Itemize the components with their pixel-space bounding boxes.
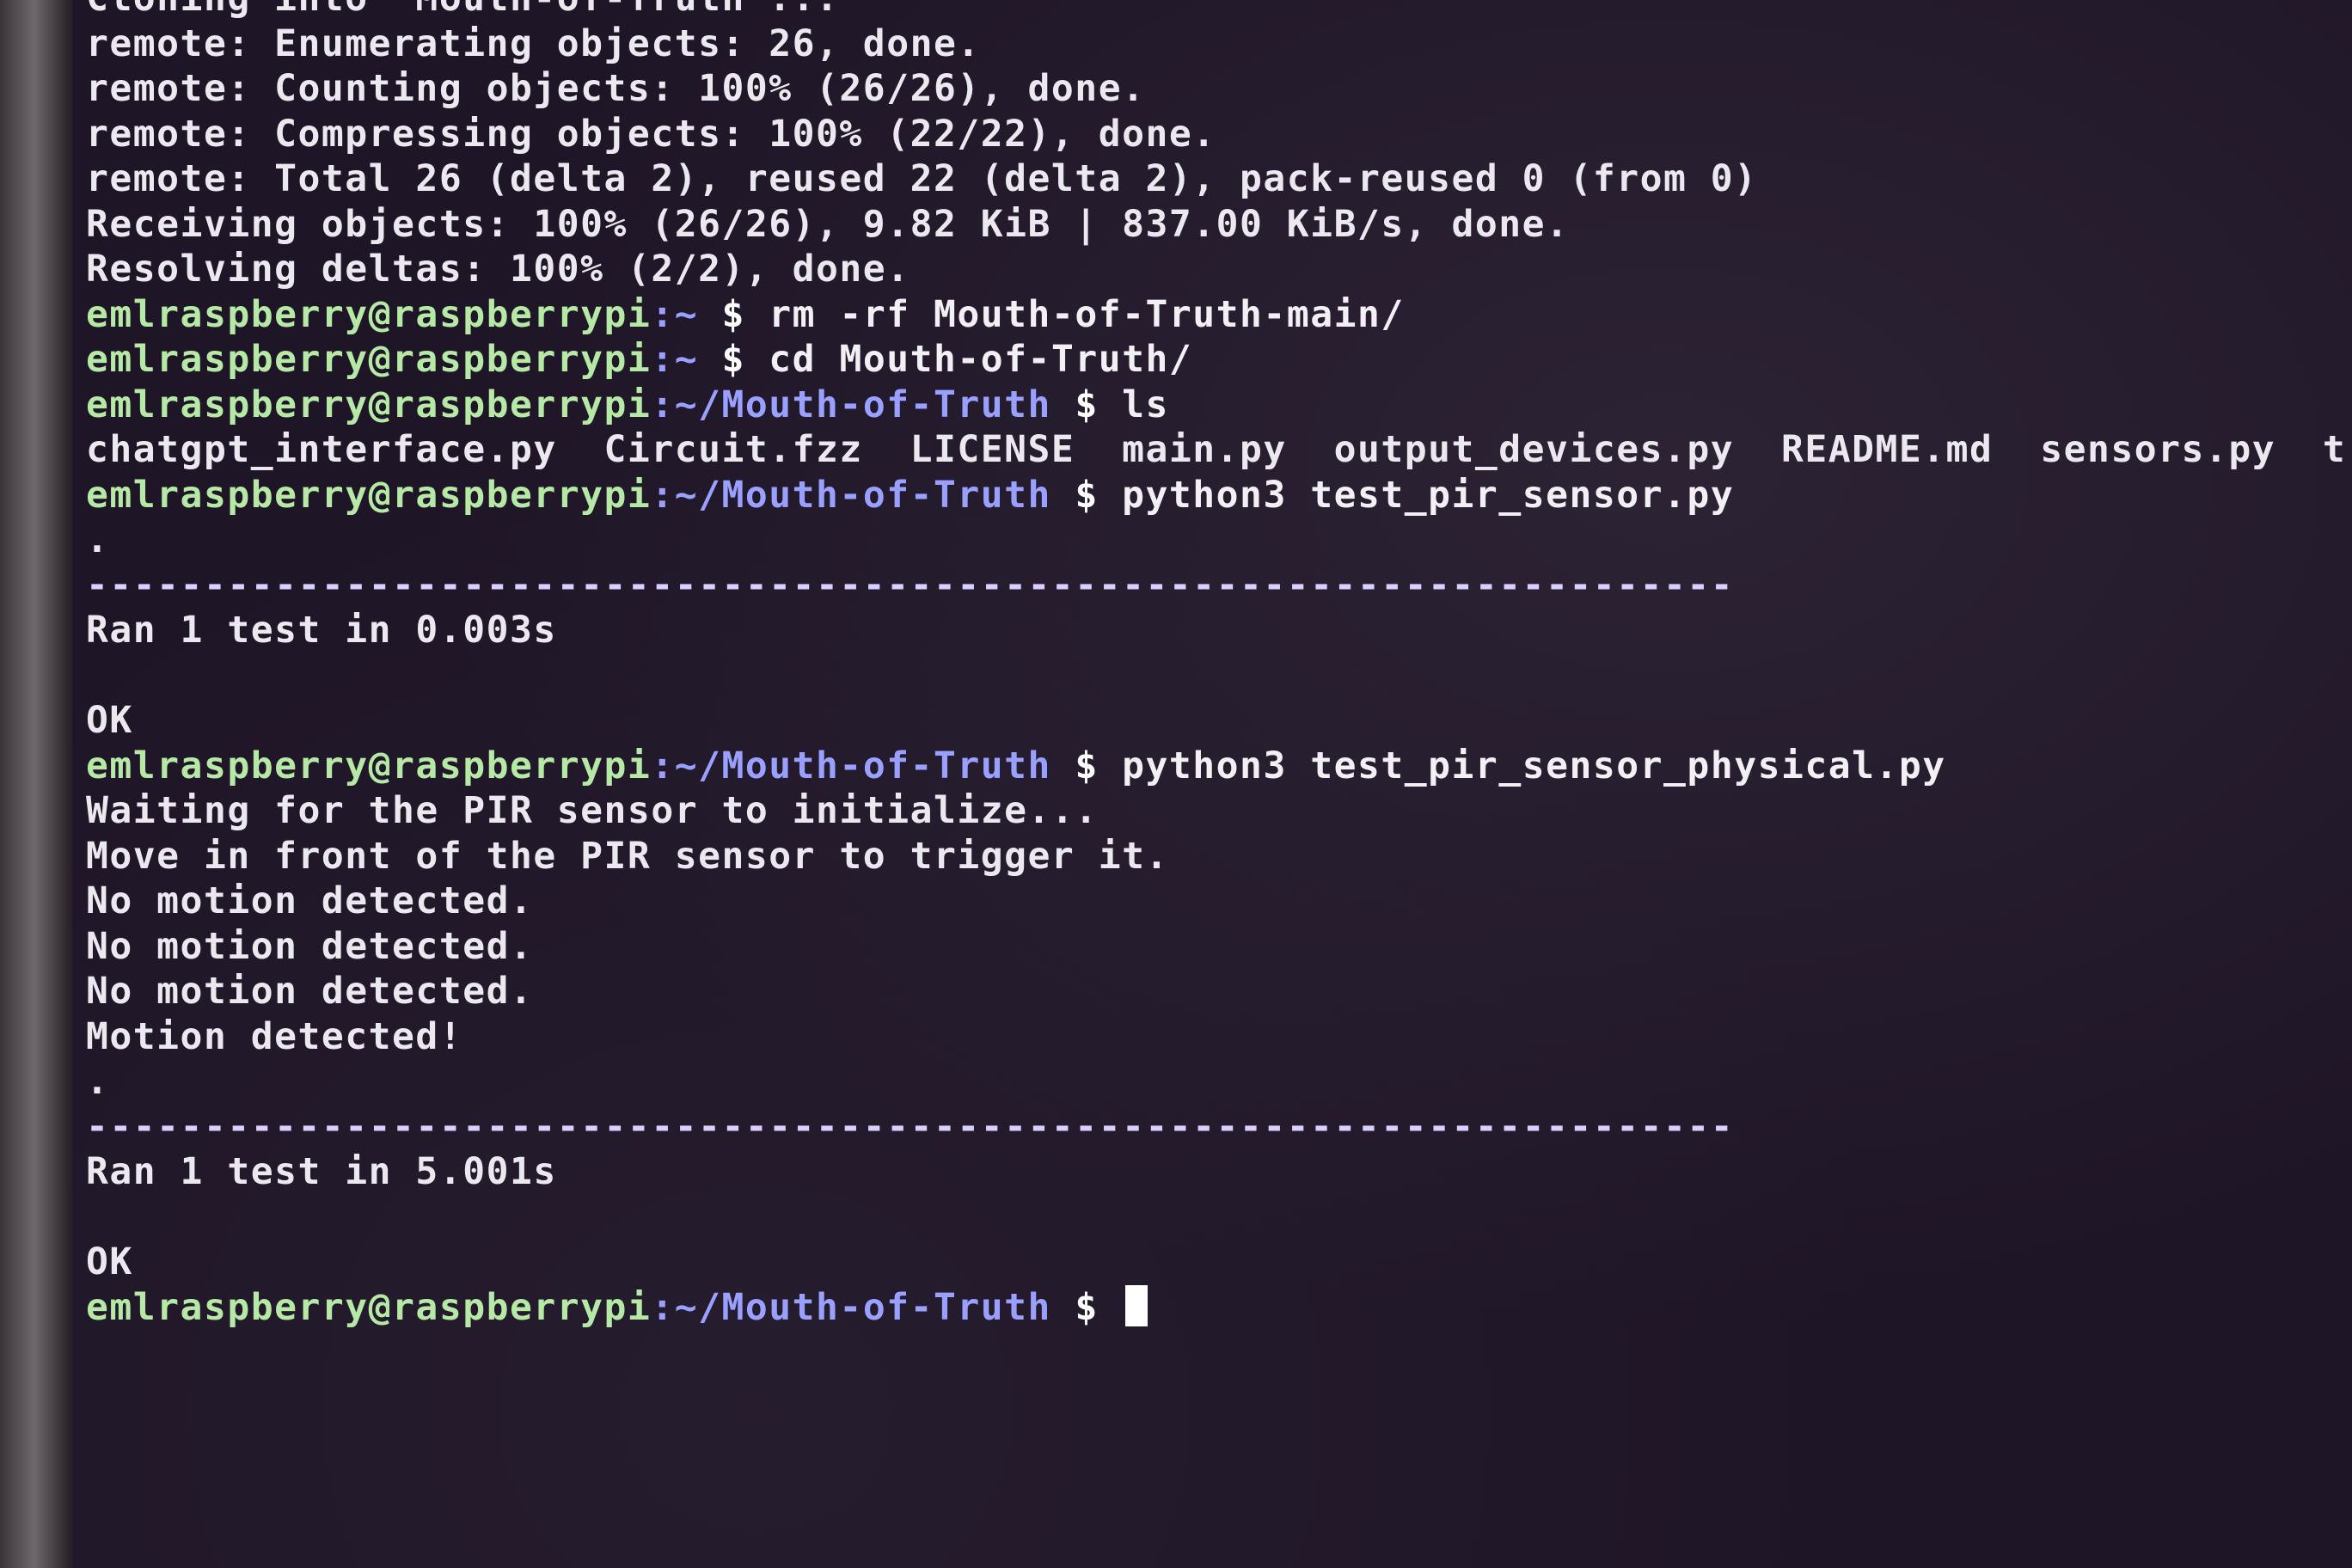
output-line: remote: Counting objects: 100% (26/26), … (86, 67, 1146, 110)
output-line: remote: Compressing objects: 100% (22/22… (86, 112, 1216, 156)
prompt-user-host: emlraspberry@raspberrypi (86, 744, 652, 787)
output-line: remote: Total 26 (delta 2), reused 22 (d… (86, 157, 1758, 200)
prompt-sign: $ (698, 292, 769, 336)
terminal-prompt-line: emlraspberry@raspberrypi:~/Mouth-of-Trut… (86, 383, 2346, 428)
terminal-prompt-line: emlraspberry@raspberrypi:~ $ rm -rf Mout… (86, 292, 2346, 338)
output-line: Motion detected! (86, 1014, 463, 1058)
output-line: No motion detected. (86, 879, 534, 922)
prompt-path: :~/Mouth-of-Truth (651, 744, 1051, 787)
output-line: Cloning into 'Mouth-of-Truth'... (86, 0, 2346, 21)
prompt-user-host: emlraspberry@raspberrypi (86, 338, 652, 381)
prompt-sign: $ (1050, 1285, 1123, 1329)
terminal-prompt-line: emlraspberry@raspberrypi:~ $ cd Mouth-of… (86, 337, 2346, 383)
prompt-user-host: emlraspberry@raspberrypi (86, 1285, 652, 1329)
prompt-path: :~ (651, 292, 699, 336)
output-line: Move in front of the PIR sensor to trigg… (86, 834, 1169, 878)
output-line: Ran 1 test in 5.001s (86, 1150, 557, 1193)
output-line: . (86, 518, 110, 561)
prompt-user-host: emlraspberry@raspberrypi (86, 292, 652, 336)
output-line: . (86, 1060, 110, 1103)
output-line (86, 653, 2346, 699)
separator-line: ----------------------------------------… (86, 1105, 1735, 1148)
prompt-sign: $ (698, 338, 769, 381)
output-line: Waiting for the PIR sensor to initialize… (86, 789, 1099, 832)
output-line: No motion detected. (86, 970, 534, 1013)
prompt-sign: $ (1050, 744, 1123, 787)
command-text: cd Mouth-of-Truth/ (769, 338, 1193, 381)
terminal-window[interactable]: Cloning into 'Mouth-of-Truth'...remote: … (72, 0, 2352, 1568)
output-line: Ran 1 test in 0.003s (86, 609, 557, 652)
prompt-path: :~ (651, 338, 699, 381)
prompt-path: :~/Mouth-of-Truth (651, 1285, 1051, 1329)
separator-line: ----------------------------------------… (86, 563, 1735, 607)
command-text: python3 test_pir_sensor_physical.py (1122, 744, 1946, 787)
terminal-prompt-line: emlraspberry@raspberrypi:~/Mouth-of-Trut… (86, 744, 2346, 789)
output-line: Receiving objects: 100% (26/26), 9.82 Ki… (86, 202, 1570, 246)
terminal-prompt-line: emlraspberry@raspberrypi:~/Mouth-of-Trut… (86, 473, 2346, 518)
output-line: chatgpt_interface.py Circuit.fzz LICENSE… (86, 428, 2347, 471)
terminal-prompt-line: emlraspberry@raspberrypi:~/Mouth-of-Trut… (86, 1284, 2346, 1331)
output-line (86, 1195, 2346, 1240)
output-line: Resolving deltas: 100% (2/2), done. (86, 248, 910, 291)
prompt-path: :~/Mouth-of-Truth (651, 473, 1051, 517)
command-text: rm -rf Mouth-of-Truth-main/ (769, 292, 1405, 336)
terminal-output: Cloning into 'Mouth-of-Truth'...remote: … (86, 0, 2346, 1330)
prompt-user-host: emlraspberry@raspberrypi (86, 383, 652, 426)
command-text: python3 test_pir_sensor.py (1122, 473, 1735, 517)
command-text: ls (1122, 383, 1169, 426)
output-line: OK (86, 699, 133, 742)
terminal-cursor[interactable] (1125, 1284, 1148, 1326)
prompt-sign: $ (1050, 383, 1123, 426)
output-line: No motion detected. (86, 924, 534, 968)
prompt-user-host: emlraspberry@raspberrypi (86, 473, 652, 517)
prompt-path: :~/Mouth-of-Truth (651, 383, 1051, 426)
prompt-sign: $ (1050, 473, 1123, 517)
output-line: remote: Enumerating objects: 26, done. (86, 21, 981, 65)
output-line: OK (86, 1240, 133, 1283)
